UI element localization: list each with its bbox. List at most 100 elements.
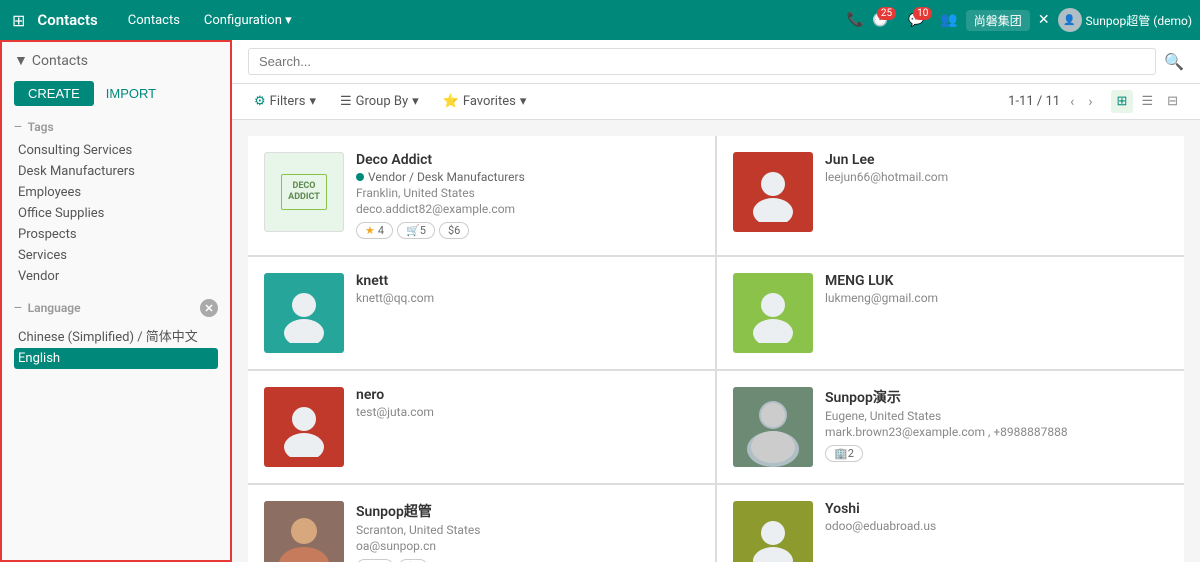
create-button[interactable]: CREATE <box>14 81 94 106</box>
contact-avatar <box>264 273 344 353</box>
star-icon: ⭐ <box>443 94 459 109</box>
contact-name: Sunpop超管 <box>356 501 699 521</box>
pagination: 1-11 / 11 ‹ › ⊞ ☰ ⊟ <box>1008 90 1184 113</box>
prev-page[interactable]: ‹ <box>1066 92 1078 112</box>
main-layout: ▼ Contacts CREATE IMPORT Tags Consulting… <box>0 40 1200 562</box>
sidebar-header: ▼ Contacts <box>2 42 230 73</box>
lang-chinese[interactable]: Chinese (Simplified) / 简体中文 <box>14 323 218 348</box>
contact-card-yoshi[interactable]: Yoshi odoo@eduabroad.us <box>717 485 1184 562</box>
contact-card-sunpop-admin[interactable]: Sunpop超管 Scranton, United States oa@sunp… <box>248 485 715 562</box>
contact-name: Jun Lee <box>825 152 1168 168</box>
search-toolbar: 🔍 <box>232 40 1200 84</box>
tag-consulting-services[interactable]: Consulting Services <box>14 140 218 161</box>
favorites-button[interactable]: ⭐ Favorites ▾ <box>437 91 533 112</box>
contact-card-nero[interactable]: nero test@juta.com <box>248 371 715 483</box>
sidebar-actions: CREATE IMPORT <box>2 73 230 114</box>
contact-name: knett <box>356 273 699 289</box>
contact-badges: 🏢2 <box>825 445 1168 462</box>
contact-info: nero test@juta.com <box>356 387 699 425</box>
status-dot <box>356 173 364 181</box>
close-language-filter[interactable]: ✕ <box>200 299 218 317</box>
clock-badge[interactable]: 🕐 25 <box>872 13 888 28</box>
contact-info: Sunpop演示 Eugene, United States mark.brow… <box>825 387 1168 462</box>
contact-name: Deco Addict <box>356 152 699 168</box>
close-icon[interactable]: ✕ <box>1038 12 1050 28</box>
contact-card-deco-addict[interactable]: DECOADDICT Deco Addict Vendor / Desk Man… <box>248 136 715 255</box>
contact-avatar <box>733 152 813 232</box>
nav-menu: Contacts Configuration ▾ <box>118 9 839 32</box>
users-icon[interactable]: 👥 <box>940 12 957 28</box>
contact-email: leejun66@hotmail.com <box>825 170 1168 184</box>
navbar-right: 📞 🕐 25 💬 10 👥 尚磐集团 ✕ 👤 Sunpop超管 (demo) <box>847 8 1192 32</box>
kanban-view-btn[interactable]: ⊞ <box>1111 90 1134 113</box>
search-input[interactable] <box>248 48 1156 75</box>
contact-location: Eugene, United States <box>825 409 1168 423</box>
contact-info: Jun Lee leejun66@hotmail.com <box>825 152 1168 190</box>
badge-cart: 🛒5 <box>397 222 435 239</box>
contact-card-knett[interactable]: knett knett@qq.com <box>248 257 715 369</box>
user-avatar: 👤 <box>1058 8 1082 32</box>
badge-building: 🏢2 <box>825 445 863 462</box>
groupby-button[interactable]: ☰ Group By ▾ <box>334 91 425 112</box>
contact-card-jun-lee[interactable]: Jun Lee leejun66@hotmail.com <box>717 136 1184 255</box>
contacts-grid: DECOADDICT Deco Addict Vendor / Desk Man… <box>248 136 1184 562</box>
search-icon[interactable]: 🔍 <box>1164 52 1184 71</box>
contact-location: Scranton, United States <box>356 523 699 537</box>
badge-dollar: $6 <box>439 222 469 239</box>
language-section: Language ✕ Chinese (Simplified) / 简体中文 E… <box>2 293 230 375</box>
tags-section-title: Tags <box>14 120 218 134</box>
sidebar: ▼ Contacts CREATE IMPORT Tags Consulting… <box>0 40 232 562</box>
contact-email: test@juta.com <box>356 405 699 419</box>
contact-avatar <box>264 501 344 562</box>
tag-prospects[interactable]: Prospects <box>14 224 218 245</box>
next-page[interactable]: › <box>1084 92 1096 112</box>
import-button[interactable]: IMPORT <box>102 81 160 106</box>
sidebar-contacts-title[interactable]: ▼ Contacts <box>14 52 218 69</box>
user-menu[interactable]: 👤 Sunpop超管 (demo) <box>1058 8 1192 32</box>
phone-icon[interactable]: 📞 <box>847 12 864 28</box>
grid-view-btn[interactable]: ⊟ <box>1161 90 1184 113</box>
contact-name: nero <box>356 387 699 403</box>
filter-icon: ⚙ <box>254 94 266 109</box>
company-selector[interactable]: 尚磐集团 <box>966 10 1030 31</box>
nav-configuration[interactable]: Configuration ▾ <box>194 9 302 32</box>
contact-card-meng-luk[interactable]: MENG LUK lukmeng@gmail.com <box>717 257 1184 369</box>
nav-contacts[interactable]: Contacts <box>118 9 190 32</box>
view-toggles: ⊞ ☰ ⊟ <box>1111 90 1184 113</box>
filters-bar: ⚙ Filters ▾ ☰ Group By ▾ ⭐ Favorites ▾ 1… <box>232 84 1200 120</box>
tag-vendor[interactable]: Vendor <box>14 266 218 287</box>
tag-office-supplies[interactable]: Office Supplies <box>14 203 218 224</box>
chat-badge[interactable]: 💬 10 <box>908 13 924 28</box>
contact-info: Sunpop超管 Scranton, United States oa@sunp… <box>356 501 699 562</box>
contact-email: odoo@eduabroad.us <box>825 519 1168 533</box>
tag-employees[interactable]: Employees <box>14 182 218 203</box>
main-content: 🔍 ⚙ Filters ▾ ☰ Group By ▾ ⭐ Favorites ▾… <box>232 40 1200 562</box>
contact-name: MENG LUK <box>825 273 1168 289</box>
contact-info: Yoshi odoo@eduabroad.us <box>825 501 1168 539</box>
groupby-icon: ☰ <box>340 94 352 109</box>
deco-logo: DECOADDICT <box>264 152 344 232</box>
navbar: ⊞ Contacts Contacts Configuration ▾ 📞 🕐 … <box>0 0 1200 40</box>
contact-avatar <box>733 387 813 467</box>
filters-button[interactable]: ⚙ Filters ▾ <box>248 91 322 112</box>
grid-menu-icon[interactable]: ⊞ <box>8 7 29 34</box>
contact-email: lukmeng@gmail.com <box>825 291 1168 305</box>
contact-email: knett@qq.com <box>356 291 699 305</box>
contact-avatar <box>733 273 813 353</box>
language-header: Language ✕ <box>14 299 218 317</box>
contact-info: knett knett@qq.com <box>356 273 699 311</box>
contact-name: Yoshi <box>825 501 1168 517</box>
badge-star: ★4 <box>356 222 393 239</box>
tag-services[interactable]: Services <box>14 245 218 266</box>
app-title: Contacts <box>37 11 97 29</box>
contacts-grid-area: DECOADDICT Deco Addict Vendor / Desk Man… <box>232 120 1200 562</box>
list-view-btn[interactable]: ☰ <box>1135 90 1159 113</box>
contact-badges: ★4 🛒5 $6 <box>356 222 699 239</box>
lang-english[interactable]: English <box>14 348 218 369</box>
tag-desk-manufacturers[interactable]: Desk Manufacturers <box>14 161 218 182</box>
contact-location: Franklin, United States <box>356 186 699 200</box>
contact-card-sunpop-demo[interactable]: Sunpop演示 Eugene, United States mark.brow… <box>717 371 1184 483</box>
contact-avatar <box>733 501 813 562</box>
contact-avatar <box>264 387 344 467</box>
contact-email: deco.addict82@example.com <box>356 202 699 216</box>
